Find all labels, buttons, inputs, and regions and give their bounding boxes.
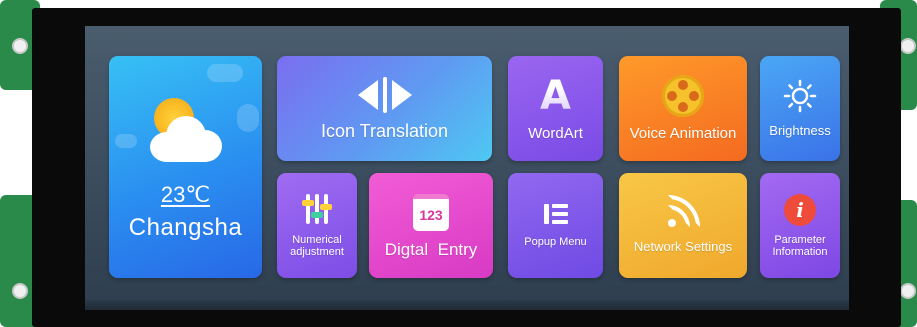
info-icon: i: [784, 193, 816, 226]
film-reel-icon: [662, 75, 704, 117]
parameter-information-tile[interactable]: i Parameter Information: [760, 173, 840, 278]
tile-label-line2: adjustment: [290, 245, 344, 258]
tile-label: Popup Menu: [524, 235, 587, 248]
popup-menu-tile[interactable]: Popup Menu: [508, 173, 603, 278]
screen-bottom-edge: [85, 300, 849, 310]
wifi-icon: [668, 195, 700, 227]
tile-label: Voice Animation: [629, 125, 737, 142]
sun-cloud-icon: [146, 98, 226, 168]
sliders-icon: [302, 193, 332, 224]
brightness-tile[interactable]: Brightness: [760, 56, 840, 161]
display-screen: 23℃ Changsha Icon Translation A WordArt …: [85, 26, 849, 310]
mounting-hole: [12, 283, 28, 299]
tile-label-line1: Numerical: [292, 233, 342, 246]
wordart-tile[interactable]: A WordArt: [508, 56, 603, 161]
background-cloud: [237, 104, 259, 132]
mounting-hole: [12, 38, 28, 54]
menu-icon: [543, 203, 568, 224]
tile-label: WordArt: [528, 125, 583, 142]
icon-translation-tile[interactable]: Icon Translation: [277, 56, 492, 161]
network-settings-tile[interactable]: Network Settings: [619, 173, 747, 278]
background-cloud: [115, 134, 137, 148]
city-label: Changsha: [128, 214, 243, 241]
background-cloud: [207, 64, 243, 82]
mounting-hole: [900, 283, 916, 299]
tile-label: Brightness: [769, 123, 831, 138]
voice-animation-tile[interactable]: Voice Animation: [619, 56, 747, 161]
tile-label-line2: Information: [772, 245, 828, 258]
left-right-arrows-icon: [357, 77, 412, 113]
letter-a-icon: A: [540, 73, 571, 119]
mounting-hole: [900, 38, 916, 54]
keypad-icon: 123: [413, 193, 449, 231]
digital-entry-tile[interactable]: 123 Digtal Entry: [369, 173, 493, 278]
sun-icon: [783, 79, 817, 113]
tile-label-line1: Parameter: [774, 233, 826, 246]
tile-label: Icon Translation: [320, 121, 449, 141]
weather-tile[interactable]: 23℃ Changsha: [109, 56, 262, 278]
temperature-label: 23℃: [160, 182, 211, 207]
numerical-adjustment-tile[interactable]: Numerical adjustment: [277, 173, 357, 278]
tile-label: Digtal Entry: [384, 239, 478, 259]
tile-label: Network Settings: [633, 239, 733, 254]
